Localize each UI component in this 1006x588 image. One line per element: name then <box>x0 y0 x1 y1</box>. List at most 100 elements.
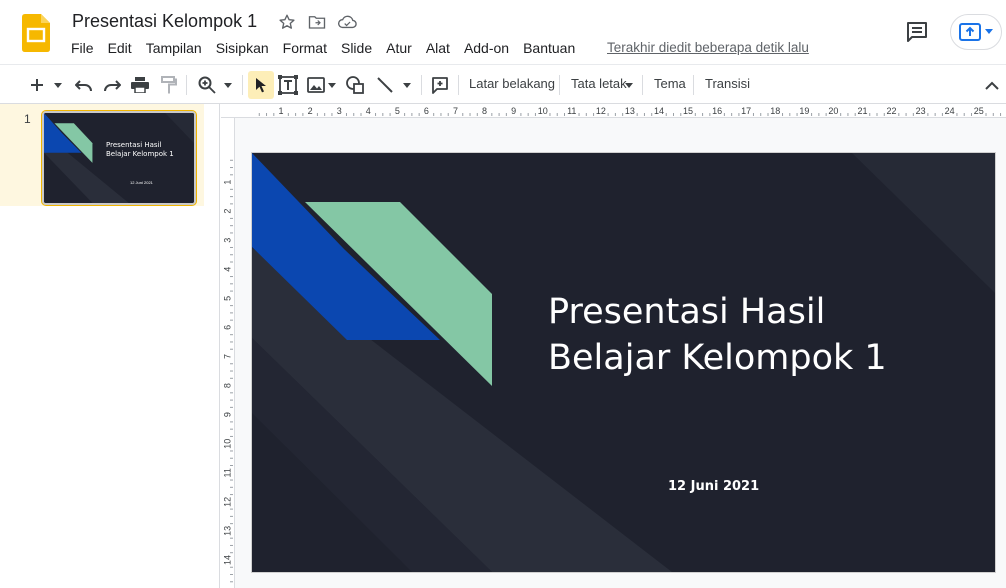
chevron-down-icon <box>403 82 411 88</box>
ruler-label: 4 <box>222 267 232 272</box>
slide-title-line-2: Belajar Kelompok 1 <box>548 338 887 378</box>
slide-filmstrip: 1 Presentasi Hasil Belajar Kelompok 1 12… <box>0 104 220 588</box>
shape-icon <box>346 76 364 94</box>
corner-stripe-shape[interactable] <box>852 153 995 293</box>
paint-format-icon <box>161 76 177 94</box>
slide-title-line-1: Presentasi Hasil <box>548 292 826 332</box>
print-button[interactable] <box>129 73 151 97</box>
ruler-label: 16 <box>712 106 722 116</box>
menu-help[interactable]: Bantuan <box>516 38 582 58</box>
menu-view[interactable]: Tampilan <box>139 38 209 58</box>
move-to-folder-icon[interactable] <box>306 12 328 32</box>
ruler-label: 14 <box>654 106 664 116</box>
toolbar-divider <box>693 75 694 95</box>
thumbnail-title-line-1: Presentasi Hasil <box>106 141 162 149</box>
text-box-icon <box>278 75 298 95</box>
ruler-label: 20 <box>828 106 838 116</box>
ruler-label: 23 <box>916 106 926 116</box>
line-dropdown[interactable] <box>400 73 414 97</box>
present-icon <box>959 23 981 41</box>
ruler-label: 19 <box>799 106 809 116</box>
image-icon <box>307 77 325 93</box>
filmstrip-item[interactable]: 1 Presentasi Hasil Belajar Kelompok 1 12… <box>0 104 204 206</box>
zoom-icon <box>198 76 216 94</box>
new-slide-button[interactable] <box>26 73 48 97</box>
ruler-label: 11 <box>222 468 232 477</box>
plus-icon <box>31 79 43 91</box>
menu-tools[interactable]: Alat <box>419 38 457 58</box>
slides-logo-icon[interactable] <box>22 14 50 52</box>
ruler-label: 1 <box>279 106 284 116</box>
thumbnail-date: 12 Juni 2021 <box>130 180 153 185</box>
chevron-up-icon <box>985 81 999 90</box>
star-icon[interactable] <box>276 12 298 32</box>
ruler-label: 8 <box>222 383 232 388</box>
menu-format[interactable]: Format <box>276 38 334 58</box>
ruler-label: 8 <box>482 106 487 116</box>
zoom-button[interactable] <box>196 73 218 97</box>
vertical-ruler[interactable]: 1234567891011121314 <box>221 118 235 588</box>
ruler-label: 12 <box>596 106 606 116</box>
toolbar-divider <box>458 75 459 95</box>
slide-canvas[interactable]: Presentasi Hasil Belajar Kelompok 1 12 J… <box>252 153 995 572</box>
add-comment-button[interactable] <box>429 73 451 97</box>
add-comment-icon <box>432 77 448 94</box>
ruler-label: 22 <box>887 106 897 116</box>
menu-slide[interactable]: Slide <box>334 38 379 58</box>
horizontal-ruler[interactable]: 1 2 3 4 5 6 7 8 9 10 11 12 13 14 15 16 17 18 19 20 21 22 23 24 2… <box>221 104 1006 118</box>
ruler-label: 24 <box>945 106 955 116</box>
app-header: Presentasi Kelompok 1 File Edit Tampilan… <box>0 0 1006 64</box>
zoom-dropdown[interactable] <box>220 73 236 97</box>
undo-button[interactable] <box>73 73 95 97</box>
ruler-label: 17 <box>741 106 751 116</box>
ruler-label: 10 <box>222 439 232 449</box>
transition-button[interactable]: Transisi <box>705 76 750 91</box>
comment-icon[interactable] <box>904 20 930 44</box>
slide-number: 1 <box>24 112 31 126</box>
last-edit-link[interactable]: Terakhir diedit beberapa detik lalu <box>607 40 809 55</box>
background-button[interactable]: Latar belakang <box>469 76 555 91</box>
present-button[interactable] <box>950 14 1002 50</box>
redo-button[interactable] <box>101 73 123 97</box>
insert-image-button[interactable] <box>305 73 327 97</box>
collapse-toolbar-button[interactable] <box>982 73 1002 97</box>
ruler-label: 3 <box>337 106 342 116</box>
ruler-label: 7 <box>453 106 458 116</box>
menu-addons[interactable]: Add-on <box>457 38 516 58</box>
paint-format-button[interactable] <box>158 73 180 97</box>
ruler-label: 10 <box>538 106 548 116</box>
ruler-label: 5 <box>395 106 400 116</box>
ruler-label: 13 <box>625 106 635 116</box>
chevron-down-icon <box>54 82 62 88</box>
slide-date[interactable]: 12 Juni 2021 <box>668 479 759 494</box>
slide-title[interactable]: Presentasi Hasil Belajar Kelompok 1 <box>548 289 887 381</box>
menu-arrange[interactable]: Atur <box>379 38 419 58</box>
insert-image-dropdown[interactable] <box>326 73 338 97</box>
layout-button[interactable]: Tata letak <box>571 76 627 91</box>
line-button[interactable] <box>374 73 396 97</box>
chevron-down-icon[interactable] <box>625 83 633 88</box>
toolbar-divider <box>559 75 560 95</box>
ruler-label: 9 <box>222 412 232 417</box>
menu-file[interactable]: File <box>64 38 101 58</box>
chevron-down-icon <box>224 82 232 88</box>
slide-thumbnail[interactable]: Presentasi Hasil Belajar Kelompok 1 12 J… <box>41 110 197 206</box>
menu-bar: File Edit Tampilan Sisipkan Format Slide… <box>64 38 582 58</box>
slides-app: Presentasi Kelompok 1 File Edit Tampilan… <box>0 0 1006 588</box>
document-title[interactable]: Presentasi Kelompok 1 <box>72 11 257 32</box>
chevron-down-icon <box>328 82 336 88</box>
cloud-status-icon[interactable] <box>336 12 358 32</box>
text-box-button[interactable] <box>277 73 299 97</box>
ruler-label: 9 <box>511 106 516 116</box>
cursor-arrow-icon <box>256 78 266 93</box>
menu-edit[interactable]: Edit <box>101 38 139 58</box>
ruler-label: 4 <box>366 106 371 116</box>
ruler-label: 6 <box>424 106 429 116</box>
select-tool-button[interactable] <box>248 71 274 99</box>
ruler-label: 12 <box>222 497 232 507</box>
theme-button[interactable]: Tema <box>654 76 686 91</box>
redo-icon <box>104 80 121 91</box>
menu-insert[interactable]: Sisipkan <box>209 38 276 58</box>
new-slide-dropdown[interactable] <box>50 73 66 97</box>
shape-button[interactable] <box>344 73 366 97</box>
